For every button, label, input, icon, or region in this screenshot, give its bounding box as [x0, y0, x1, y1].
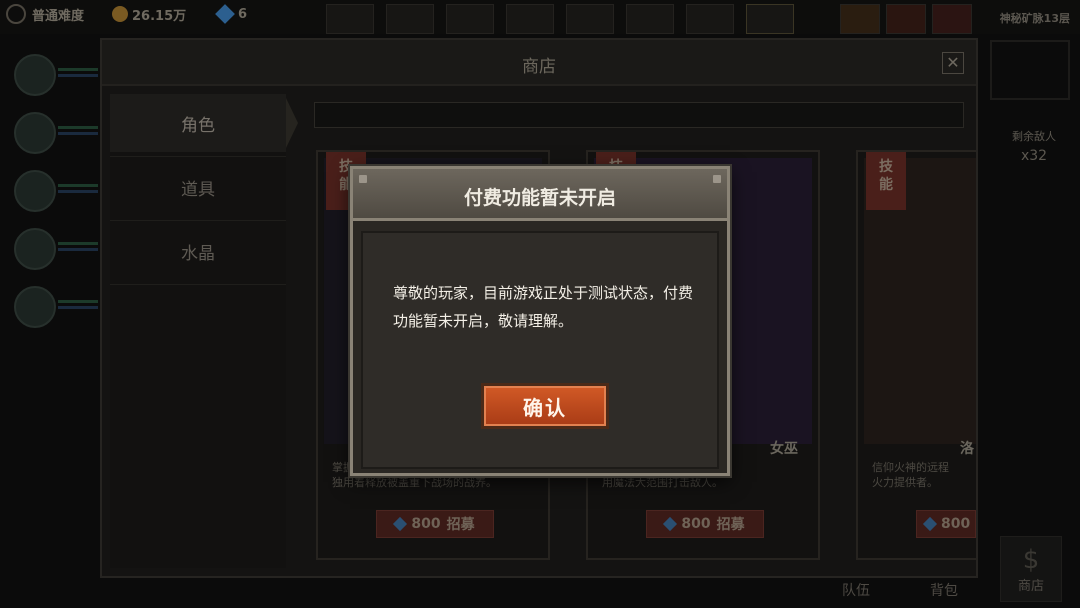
hero-entry[interactable]	[10, 280, 100, 338]
tab-divider	[110, 156, 286, 157]
skill-tag: 技能	[866, 152, 906, 210]
hero-avatar	[14, 228, 56, 270]
buff-slot[interactable]	[840, 4, 880, 34]
difficulty-icon	[6, 4, 26, 24]
difficulty-label: 普通难度	[32, 8, 85, 24]
hp-bar	[58, 300, 98, 303]
hero-avatar	[14, 170, 56, 212]
hero-slot[interactable]	[686, 4, 734, 34]
gold-amount: 26.15万	[132, 8, 187, 24]
shop-header: 商店 ✕	[102, 40, 976, 86]
recruit-button[interactable]: 800 招募	[376, 510, 494, 538]
hero-slot[interactable]	[566, 4, 614, 34]
hero-slot[interactable]	[506, 4, 554, 34]
confirm-button[interactable]: 确认	[481, 383, 609, 429]
dollar-icon: $	[1022, 545, 1040, 575]
hero-entry[interactable]	[10, 106, 100, 164]
hero-slot[interactable]	[326, 4, 374, 34]
hero-description: 信仰火神的远程 火力提供者。	[872, 461, 949, 489]
tab-divider	[110, 220, 286, 221]
nav-shop[interactable]: $ 商店	[1000, 536, 1062, 602]
close-button[interactable]: ✕	[942, 52, 964, 74]
tab-crystals[interactable]: 水晶	[110, 222, 286, 280]
recruit-button[interactable]: 800 招募	[646, 510, 764, 538]
mp-bar	[58, 190, 98, 193]
shop-title: 商店	[522, 57, 556, 77]
hero-slot[interactable]	[446, 4, 494, 34]
rivet-decoration	[359, 175, 367, 183]
nav-team[interactable]: 队伍	[842, 580, 870, 600]
recruit-price: 800	[411, 516, 441, 532]
shop-filter-bar	[314, 102, 964, 128]
tab-divider	[110, 284, 286, 285]
payment-disabled-dialog: 付费功能暂未开启 尊敬的玩家，目前游戏正处于测试状态，付费功能暂未开启，敬请理解…	[350, 166, 730, 476]
hero-avatar	[14, 54, 56, 96]
gold-coin-icon	[112, 6, 128, 22]
recruit-label: 招募	[446, 517, 475, 533]
hero-slot[interactable]	[626, 4, 674, 34]
hero-avatar	[14, 112, 56, 154]
difficulty-indicator[interactable]: 普通难度	[6, 4, 84, 24]
hero-name: 洛	[960, 441, 974, 457]
tab-items[interactable]: 道具	[110, 158, 286, 216]
hero-entry[interactable]	[10, 48, 100, 106]
buff-slot[interactable]	[886, 4, 926, 34]
dialog-body: 尊敬的玩家，目前游戏正处于测试状态，付费功能暂未开启，敬请理解。 确认	[361, 231, 719, 469]
gem-icon	[663, 516, 678, 532]
nav-bag[interactable]: 背包	[930, 580, 958, 600]
recruit-price: 800	[681, 516, 711, 532]
buff-slot[interactable]	[932, 4, 972, 34]
shop-tabs: 角色 道具 水晶	[110, 94, 298, 568]
mp-bar	[58, 306, 98, 309]
gem-amount: 6	[238, 6, 248, 22]
gem-icon	[922, 516, 938, 532]
enemies-remaining-label: 剩余敌人	[1012, 130, 1056, 143]
rivet-decoration	[713, 175, 721, 183]
hp-bar	[58, 68, 98, 71]
recruit-button[interactable]: 800	[916, 510, 976, 538]
recruit-price: 800	[941, 516, 971, 532]
mine-floor-label: 神秘矿脉13层	[999, 12, 1070, 25]
hero-avatar	[14, 286, 56, 328]
hero-entry[interactable]	[10, 222, 100, 280]
mp-bar	[58, 248, 98, 251]
gem-counter: 6	[215, 4, 248, 24]
hero-list	[10, 48, 100, 338]
dialog-title: 付费功能暂未开启	[463, 187, 616, 209]
recruit-label: 招募	[716, 517, 745, 533]
minimap-panel[interactable]	[990, 40, 1070, 100]
hero-entry[interactable]	[10, 164, 100, 222]
hp-bar	[58, 184, 98, 187]
hp-bar	[58, 126, 98, 129]
top-hud: 普通难度 26.15万 6 神秘矿脉13层	[0, 0, 1080, 34]
tab-characters[interactable]: 角色	[110, 94, 298, 152]
enemies-remaining-count: x32	[1020, 148, 1048, 164]
gem-icon	[215, 4, 235, 24]
gold-counter: 26.15万	[112, 4, 186, 24]
hp-bar	[58, 242, 98, 245]
mp-bar	[58, 132, 98, 135]
hero-name: 女巫	[770, 441, 798, 457]
dialog-message: 尊敬的玩家，目前游戏正处于测试状态，付费功能暂未开启，敬请理解。	[393, 284, 694, 330]
hero-card[interactable]: 技能 洛 信仰火神的远程 火力提供者。 800	[856, 150, 976, 560]
hero-slot[interactable]	[746, 4, 794, 34]
mp-bar	[58, 74, 98, 77]
nav-shop-label: 商店	[1017, 579, 1044, 594]
gem-icon	[393, 516, 408, 532]
dialog-header: 付费功能暂未开启	[353, 169, 727, 221]
hero-slot[interactable]	[386, 4, 434, 34]
